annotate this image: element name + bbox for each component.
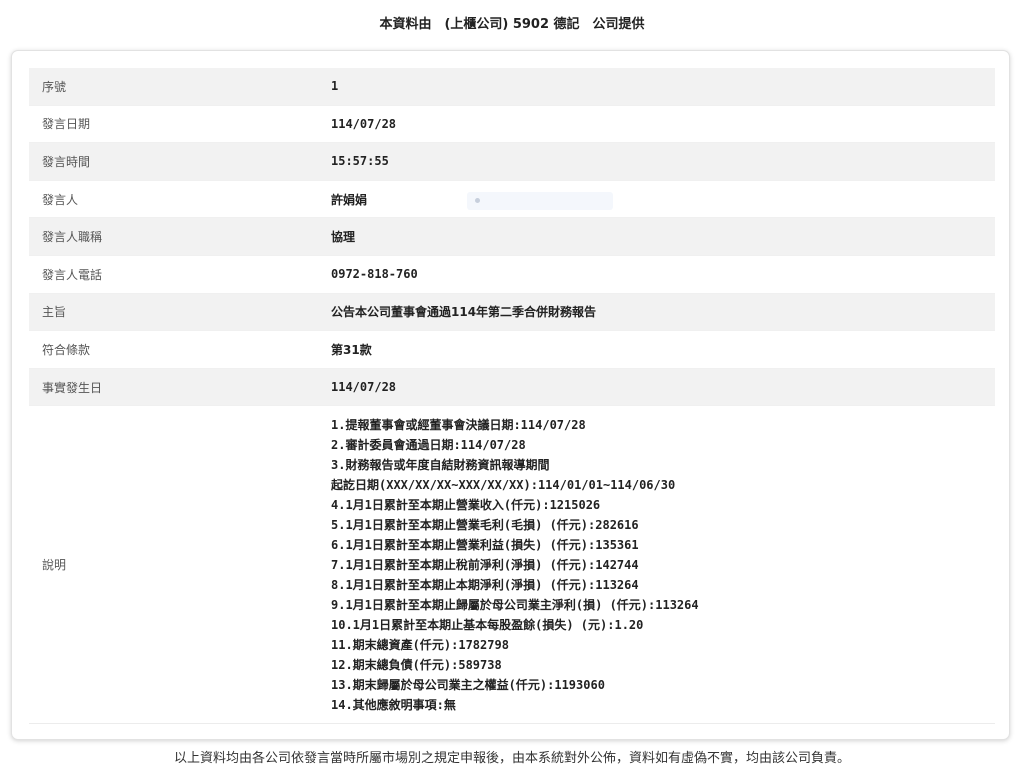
description-line: 12.期末總負債(仟元):589738 bbox=[331, 657, 502, 672]
description-line: 4.1月1日累計至本期止營業收入(仟元):1215026 bbox=[331, 497, 601, 512]
field-label: 發言時間 bbox=[42, 154, 91, 169]
description-line: 8.1月1日累計至本期止本期淨利(淨損) (仟元):113264 bbox=[331, 577, 639, 592]
field-value-phone: 0972-818-760 bbox=[331, 267, 418, 282]
field-label: 發言人職稱 bbox=[42, 230, 103, 245]
field-value-time: 15:57:55 bbox=[331, 154, 389, 169]
disclaimer-footer: 以上資料均由各公司依發言當時所屬市場別之規定申報後，由本系統對外公佈，資料如有虛… bbox=[173, 751, 850, 766]
field-value-clause: 第31款 bbox=[331, 342, 372, 357]
field-value-spokesperson: 許娟娟 bbox=[331, 192, 368, 207]
field-value-serial: 1 bbox=[331, 79, 339, 94]
description-label: 說明 bbox=[42, 558, 67, 573]
description-line: 起訖日期(XXX/XX/XX~XXX/XX/XX):114/01/01~114/… bbox=[331, 477, 676, 492]
field-label: 主旨 bbox=[42, 305, 67, 320]
announcement-table: 序號 1 發言日期 114/07/28 發言時間 15:57:55 發言人 許娟… bbox=[29, 68, 995, 725]
table-row: 符合條款 第31款 bbox=[29, 331, 995, 369]
description-line: 14.其他應敘明事項:無 bbox=[331, 697, 456, 712]
table-row: 發言人職稱 協理 bbox=[29, 218, 995, 256]
dot-icon bbox=[475, 197, 480, 203]
field-label: 發言人 bbox=[42, 192, 79, 207]
description-row: 說明 1.提報董事會或經董事會決議日期:114/07/28 2.審計委員會通過日… bbox=[29, 406, 995, 725]
field-value-date: 114/07/28 bbox=[331, 116, 397, 131]
field-value-event-date: 114/07/28 bbox=[331, 380, 397, 395]
table-row: 發言日期 114/07/28 bbox=[29, 106, 995, 144]
ghost-tooltip-overlay bbox=[467, 192, 613, 210]
field-label: 發言人電話 bbox=[42, 267, 103, 282]
field-label: 序號 bbox=[42, 79, 67, 94]
description-line: 5.1月1日累計至本期止營業毛利(毛損) (仟元):282616 bbox=[331, 517, 639, 532]
field-label: 符合條款 bbox=[42, 342, 91, 357]
description-line: 11.期末總資產(仟元):1782798 bbox=[331, 637, 509, 652]
description-line: 13.期末歸屬於母公司業主之權益(仟元):1193060 bbox=[331, 677, 605, 692]
description-line: 6.1月1日累計至本期止營業利益(損失) (仟元):135361 bbox=[331, 537, 639, 552]
field-label: 發言日期 bbox=[42, 117, 91, 132]
table-row: 事實發生日 114/07/28 bbox=[29, 368, 995, 407]
table-row: 發言時間 15:57:55 bbox=[29, 143, 995, 181]
table-row: 主旨 公告本公司董事會通過114年第二季合併財務報告 bbox=[29, 293, 995, 332]
table-row: 發言人電話 0972-818-760 bbox=[29, 256, 995, 294]
page-title: 本資料由 (上櫃公司) 5902 德記 公司提供 bbox=[379, 17, 645, 32]
description-line: 7.1月1日累計至本期止稅前淨利(淨損) (仟元):142744 bbox=[331, 557, 639, 572]
description-line: 2.審計委員會通過日期:114/07/28 bbox=[331, 437, 526, 452]
field-value-title: 協理 bbox=[331, 230, 356, 245]
description-content: 1.提報董事會或經董事會決議日期:114/07/28 2.審計委員會通過日期:1… bbox=[317, 415, 995, 715]
description-line: 1.提報董事會或經董事會決議日期:114/07/28 bbox=[331, 417, 586, 432]
announcement-card: 序號 1 發言日期 114/07/28 發言時間 15:57:55 發言人 許娟… bbox=[11, 50, 1010, 740]
field-value-subject: 公告本公司董事會通過114年第二季合併財務報告 bbox=[331, 305, 597, 320]
description-line: 3.財務報告或年度自結財務資訊報導期間 bbox=[331, 457, 550, 472]
description-line: 9.1月1日累計至本期止歸屬於母公司業主淨利(損) (仟元):113264 bbox=[331, 597, 699, 612]
table-row: 序號 1 bbox=[29, 68, 995, 106]
description-line: 10.1月1日累計至本期止基本每股盈餘(損失) (元):1.20 bbox=[331, 617, 644, 632]
field-label: 事實發生日 bbox=[42, 380, 103, 395]
